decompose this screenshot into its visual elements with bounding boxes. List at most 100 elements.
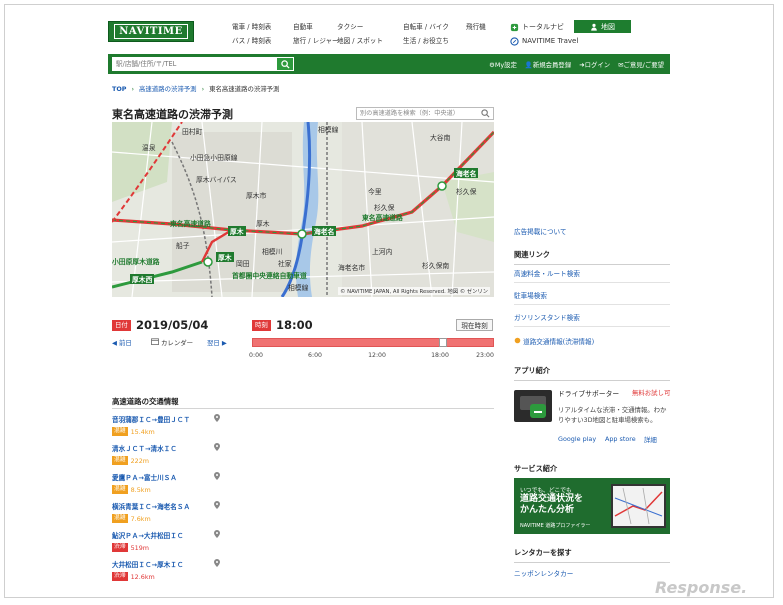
nav-bicycle[interactable]: 自転車 / バイク — [403, 20, 466, 34]
related-links-header: 関連リンク — [514, 250, 670, 265]
map-label-okada: 岡田 — [236, 260, 250, 268]
nav-map-spot[interactable]: 地図 / スポット — [337, 34, 403, 48]
congestion-badge: 渋滞 — [112, 572, 128, 581]
app-detail-link[interactable]: 詳細 — [644, 435, 657, 444]
related-link-toll[interactable]: 高速料金・ルート検索 — [514, 268, 580, 278]
breadcrumb-top[interactable]: TOP — [112, 85, 126, 93]
nav-train[interactable]: 電車 / 時刻表 — [232, 20, 293, 34]
calendar-button[interactable]: カレンダー — [151, 338, 193, 347]
traffic-list-item: 清水ＪＣＴ→清水ＩＣ 混雑 222m — [112, 443, 392, 465]
traffic-list-item: 大井松田ＩＣ→厚木ＩＣ 渋滞 12.6km — [112, 559, 392, 581]
map-label-kamikawachi: 上河内 — [372, 248, 393, 256]
search-button[interactable] — [276, 57, 294, 71]
map-label-tamura: 田村町 — [182, 128, 203, 136]
map-tag-atsugi: 厚木 — [228, 226, 246, 236]
map-label-atsugi-bypass: 厚木バイパス — [196, 176, 237, 184]
navitime-logo[interactable]: NAVITIME — [108, 21, 194, 42]
navitime-travel-link[interactable]: NAVITIME Travel — [510, 34, 578, 48]
map-label-funako: 船子 — [176, 242, 190, 250]
traffic-list-item: 横浜青葉ＩＣ→海老名ＳＡ 混雑 7.6km — [112, 501, 392, 523]
user-navigation: ⚙My設定 👤新規会員登録 ➜ログイン ✉ご意見/ご要望 — [489, 54, 664, 74]
congestion-distance: 222m — [130, 456, 150, 465]
feedback-link[interactable]: ✉ご意見/ご要望 — [618, 60, 664, 69]
app-thumbnail[interactable] — [514, 390, 552, 422]
route-name-link[interactable]: 清水ＪＣＴ→清水ＩＣ — [112, 443, 392, 453]
traffic-info-icon — [514, 337, 521, 344]
map-label-odawara-atsugi: 小田原厚木道路 — [112, 258, 160, 266]
route-name-link[interactable]: 鮎沢ＰＡ→大井松田ＩＣ — [112, 530, 392, 540]
breadcrumb: TOP › 高速道路の渋滞予測 › 東名高速道路の渋滞予測 — [112, 85, 280, 93]
map-pin-icon[interactable] — [214, 559, 220, 567]
nav-car[interactable]: 自動車 — [293, 20, 337, 34]
road-profiler-banner[interactable]: いつでも、どこでも 道路交通状況を かんたん分析 NAVITIME 道路プロファイ… — [514, 478, 670, 534]
map-label-kashiwakubo-south: 杉久保南 — [422, 262, 450, 270]
map-pin-icon[interactable] — [214, 414, 220, 422]
congestion-distance: 8.5km — [130, 485, 151, 494]
time-slider-handle[interactable] — [439, 338, 447, 347]
calendar-icon — [151, 338, 159, 345]
prev-day-button[interactable]: ◀ 前日 — [112, 338, 132, 347]
search-icon — [280, 59, 290, 69]
map-tag-atsugi-west: 厚木西 — [130, 274, 155, 284]
map-label-tomei-west: 東名高速道路 — [170, 220, 211, 228]
map-label-atsugi-city: 厚木市 — [246, 192, 267, 200]
congestion-badge: 混雑 — [112, 485, 128, 494]
breadcrumb-congestion[interactable]: 高速道路の渋滞予測 — [139, 85, 197, 93]
route-name-link[interactable]: 愛鷹ＰＡ→富士川ＳＡ — [112, 472, 392, 482]
tab-map[interactable]: 地図 — [574, 20, 631, 33]
map-label-sagamigawa: 相模川 — [262, 248, 283, 256]
page-title: 東名高速道路の渋滞予測 — [112, 108, 233, 121]
congestion-distance: 15.4km — [130, 427, 155, 436]
nav-taxi[interactable]: タクシー — [337, 20, 403, 34]
congestion-badge: 渋滞 — [112, 543, 128, 552]
tick-0: 0:00 — [249, 352, 263, 359]
response-watermark: Response. — [655, 578, 748, 597]
traffic-list-item: 鮎沢ＰＡ→大井松田ＩＣ 渋滞 519m — [112, 530, 392, 552]
nippon-rentacar-link[interactable]: ニッポンレンタカー — [514, 568, 573, 578]
map-label-sagami-line2: 相模線 — [288, 284, 309, 292]
route-name-link[interactable]: 音羽蒲郡ＩＣ→豊田ＪＣＴ — [112, 414, 392, 424]
my-settings-link[interactable]: ⚙My設定 — [489, 60, 517, 69]
google-play-link[interactable]: Google play — [558, 435, 596, 443]
map-pin-icon[interactable] — [214, 501, 220, 509]
travel-icon — [510, 36, 519, 46]
map-tag-ebina: 海老名 — [454, 168, 479, 178]
time-value: 18:00 — [276, 318, 313, 332]
nav-life[interactable]: 生活 / お役立ち — [403, 34, 466, 48]
map-label-ebina-city: 海老名市 — [338, 264, 366, 272]
total-navi-link[interactable]: トータルナビ — [510, 20, 578, 34]
app-store-link[interactable]: App store — [605, 435, 636, 443]
related-link-traffic[interactable]: 道路交通情報(渋滞情報) — [514, 336, 594, 346]
tick-12: 12:00 — [368, 352, 386, 359]
congestion-badge: 混雑 — [112, 514, 128, 523]
map-pin-icon[interactable] — [214, 472, 220, 480]
route-name-link[interactable]: 横浜青葉ＩＣ→海老名ＳＡ — [112, 501, 392, 511]
time-slider[interactable] — [252, 338, 494, 347]
app-name[interactable]: ドライブサポーター — [558, 388, 619, 398]
map-pin-icon[interactable] — [214, 443, 220, 451]
register-link[interactable]: 👤新規会員登録 — [525, 60, 571, 69]
route-name-link[interactable]: 大井松田ＩＣ→厚木ＩＣ — [112, 559, 392, 569]
nav-bus[interactable]: バス / 時刻表 — [232, 34, 293, 48]
app-description: リアルタイムな渋滞・交通情報。わかりやすい3D地図と駐車場検索も。 — [558, 406, 667, 424]
related-link-parking[interactable]: 駐車場検索 — [514, 290, 547, 300]
top-navigation: 電車 / 時刻表 自動車 タクシー 自転車 / バイク 飛行機 バス / 時刻表… — [232, 20, 502, 48]
map-view[interactable]: 田村町 温泉 小田急小田原線 厚木バイパス 相模線 大谷南 海老名 今里 杉久保… — [112, 122, 494, 297]
login-link[interactable]: ➜ログイン — [579, 60, 610, 69]
ad-info-link[interactable]: 広告掲載について — [514, 226, 567, 236]
rental-section-header: レンタカーを探す — [514, 548, 670, 563]
app-price: 無料お試し可 — [632, 389, 671, 397]
traffic-list-item: 音羽蒲郡ＩＣ→豊田ＪＣＴ 混雑 15.4km — [112, 414, 392, 436]
nav-airplane[interactable]: 飛行機 — [466, 20, 502, 34]
next-day-button[interactable]: 翌日 ▶ — [207, 338, 227, 347]
map-label-kashiwakubo2: 杉久保 — [456, 188, 477, 196]
search-input[interactable] — [112, 57, 276, 71]
related-link-gas[interactable]: ガソリンスタンド検索 — [514, 312, 580, 322]
map-pin-icon[interactable] — [214, 530, 220, 538]
tick-18: 18:00 — [431, 352, 449, 359]
nav-travel[interactable]: 旅行 / レジャー — [293, 34, 339, 48]
section-divider — [112, 408, 494, 409]
alt-highway-search[interactable]: 別の高速道路を検索（例：中央道） — [356, 107, 494, 120]
now-button[interactable]: 現在時刻 — [456, 319, 493, 331]
congestion-distance: 7.6km — [130, 514, 151, 523]
